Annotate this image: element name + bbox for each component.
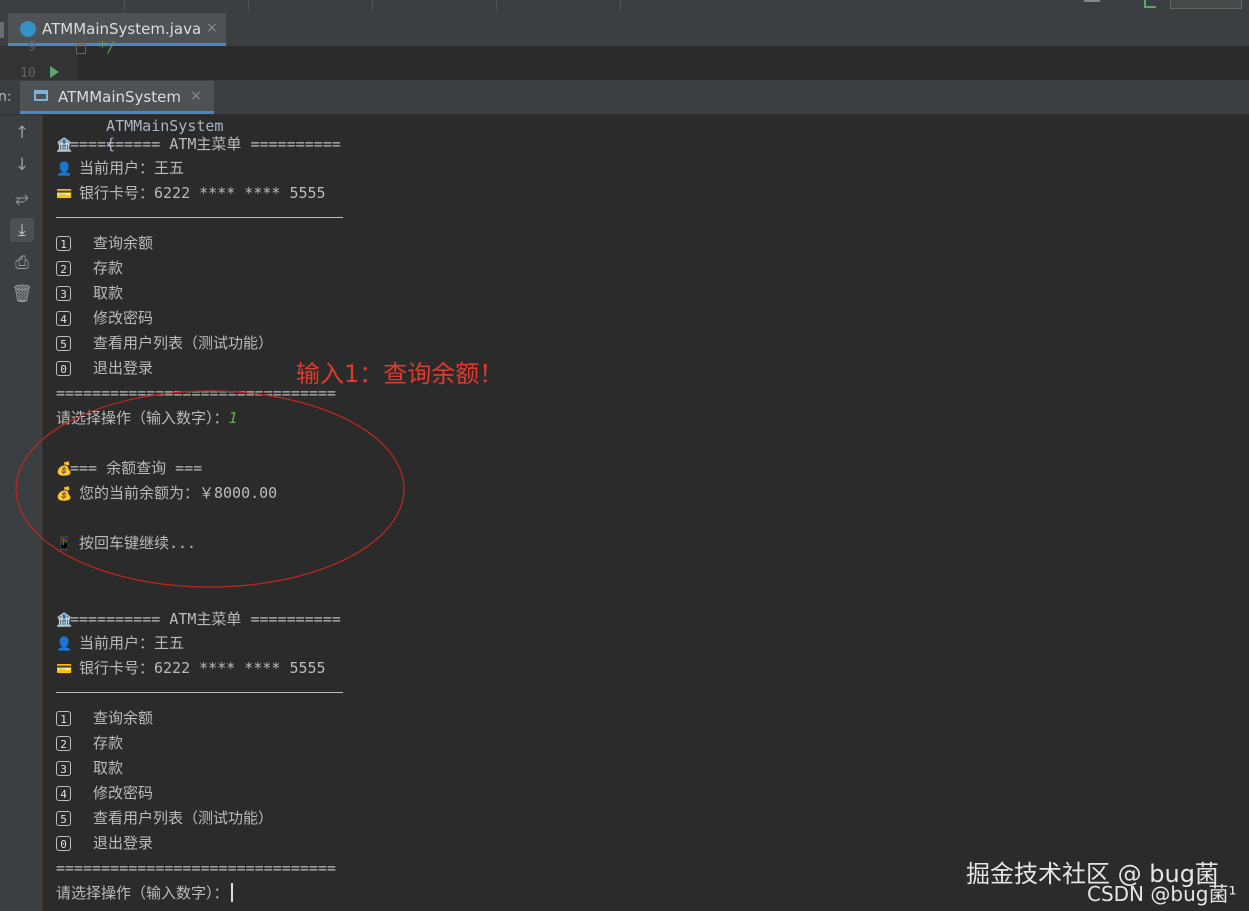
current-user-line: 👤 当前用户：王五 [56, 632, 184, 654]
menu-item: 4 修改密码 [56, 307, 153, 329]
menu-item: 3 取款 [56, 757, 123, 779]
menu-item: 1 查询余额 [56, 707, 153, 729]
card-number-line: 💳 银行卡号：6222 **** **** 5555 [56, 182, 326, 204]
menu-item-label: 修改密码 [93, 784, 154, 802]
editor-tab-atm-main-system[interactable]: ATMMainSystem.java × [8, 13, 226, 46]
menu-header-text: ========== ATM主菜单 ========== [70, 135, 341, 153]
user-icon: 👤 [56, 162, 73, 177]
menu-item: 2 存款 [56, 732, 123, 754]
close-icon[interactable]: × [190, 88, 202, 104]
tab-bar-edge [0, 22, 4, 38]
bank-icon: 🏦 [56, 138, 73, 153]
prompt-text: 请选择操作（输入数字）： [56, 884, 229, 902]
console-icon [34, 90, 48, 101]
run-tab-atm-main-system[interactable]: ATMMainSystem × [20, 81, 214, 114]
menu-header: 🏦========== ATM主菜单 ========== [56, 133, 341, 155]
menu-item-label: 查看用户列表（测试功能） [93, 809, 274, 827]
current-user-text: 当前用户：王五 [79, 634, 185, 652]
text-cursor[interactable] [230, 883, 233, 902]
breadcrumb-divider [620, 0, 621, 10]
watermark-csdn: CSDN @bug菌¹ [1087, 882, 1237, 906]
run-config-dropdown[interactable] [1170, 0, 1242, 9]
line-number: 10 [20, 66, 36, 81]
editor-tab-label: ATMMainSystem.java [42, 20, 202, 38]
menu-item-label: 查看用户列表（测试功能） [93, 334, 274, 352]
keycap-3-icon: 3 [56, 761, 71, 776]
keycap-5-icon: 5 [56, 811, 71, 826]
card-icon: 💳 [56, 187, 73, 202]
breadcrumb-divider [248, 0, 249, 10]
menu-item-label: 退出登录 [93, 359, 154, 377]
menu-item: 2 存款 [56, 257, 123, 279]
soft-wrap-icon[interactable]: ⥂ [10, 186, 34, 210]
scroll-to-end-icon[interactable]: ⤓ [10, 218, 34, 242]
menu-item: 5 查看用户列表（测试功能） [56, 807, 273, 829]
keycap-0-icon: 0 [56, 836, 71, 851]
card-number-line: 💳 银行卡号：6222 **** **** 5555 [56, 657, 326, 679]
line-number-gutter: 9 10 [0, 40, 86, 81]
java-class-icon [20, 21, 36, 37]
card-number-text: 银行卡号：6222 **** **** 5555 [79, 184, 326, 202]
bank-icon: 🏦 [56, 613, 73, 628]
annotation-ellipse [15, 390, 405, 588]
keycap-2-icon: 2 [56, 261, 71, 276]
trash-icon[interactable]: 🗑 [10, 282, 34, 306]
card-number-text: 银行卡号：6222 **** **** 5555 [79, 659, 326, 677]
close-icon[interactable]: × [206, 20, 218, 36]
divider [56, 692, 343, 693]
menu-item-label: 查询余额 [93, 709, 154, 727]
current-user-text: 当前用户：王五 [79, 159, 185, 177]
menu-item-label: 存款 [93, 259, 124, 277]
keycap-1-icon: 1 [56, 711, 71, 726]
run-panel-label: n: [0, 89, 12, 105]
code-comment-end: */ [98, 38, 117, 56]
menu-item-label: 查询余额 [93, 234, 154, 252]
menu-item: 0 退出登录 [56, 832, 153, 854]
annotation-label: 输入1：查询余额！ [296, 360, 504, 388]
menu-item: 0 退出登录 [56, 357, 153, 379]
keycap-4-icon: 4 [56, 311, 71, 326]
card-icon: 💳 [56, 662, 73, 677]
menu-item: 5 查看用户列表（测试功能） [56, 332, 273, 354]
menu-item-label: 修改密码 [93, 309, 154, 327]
run-indicator-icon[interactable] [1144, 0, 1156, 8]
menu-item-label: 退出登录 [93, 834, 154, 852]
menu-item: 4 修改密码 [56, 782, 153, 804]
keycap-2-icon: 2 [56, 736, 71, 751]
menu-item: 3 取款 [56, 282, 123, 304]
minimize-icon[interactable] [1084, 0, 1100, 2]
run-gutter-icon[interactable] [50, 66, 59, 78]
keycap-0-icon: 0 [56, 361, 71, 376]
divider [56, 217, 343, 218]
menu-item: 1 查询余额 [56, 232, 153, 254]
keycap-3-icon: 3 [56, 286, 71, 301]
scroll-up-icon[interactable]: ↑ [10, 121, 34, 145]
menu-item-label: 取款 [93, 759, 124, 777]
user-icon: 👤 [56, 637, 73, 652]
run-tab-label: ATMMainSystem [58, 88, 181, 106]
menu-item-label: 取款 [93, 284, 124, 302]
menu-header-text: ========== ATM主菜单 ========== [70, 610, 341, 628]
menu-header: 🏦========== ATM主菜单 ========== [56, 608, 341, 630]
scroll-down-icon[interactable]: ↓ [10, 153, 34, 177]
current-user-line: 👤 当前用户：王五 [56, 157, 184, 179]
keycap-4-icon: 4 [56, 786, 71, 801]
separator-line: =============================== [56, 859, 336, 877]
breadcrumb-divider [372, 0, 373, 10]
menu-item-label: 存款 [93, 734, 124, 752]
prompt-line: 请选择操作（输入数字）： [56, 882, 233, 904]
breadcrumb-divider [496, 0, 497, 10]
fold-icon[interactable] [76, 44, 86, 54]
breadcrumb-divider [124, 0, 125, 10]
keycap-1-icon: 1 [56, 236, 71, 251]
print-icon[interactable]: ⎙ [10, 251, 34, 275]
keycap-5-icon: 5 [56, 336, 71, 351]
line-number: 9 [28, 40, 36, 55]
